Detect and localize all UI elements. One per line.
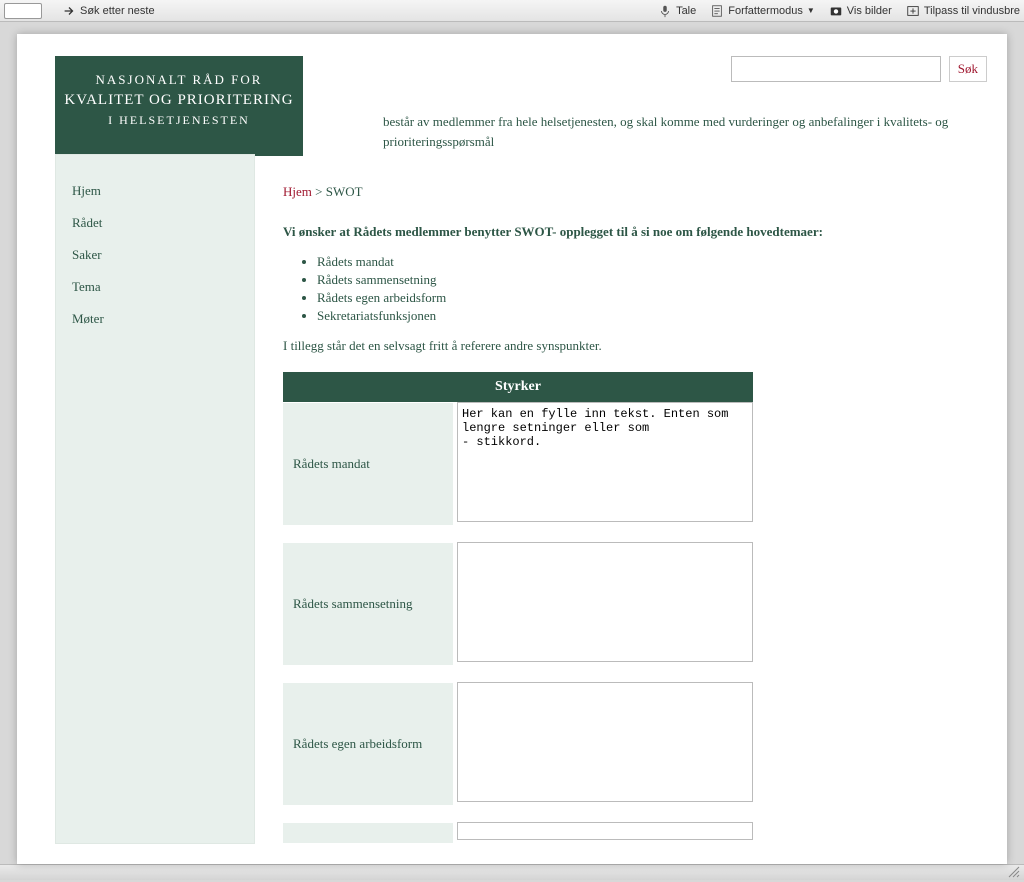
row-label: Rådets mandat (283, 403, 453, 525)
arrow-right-icon (62, 4, 76, 18)
address-blank[interactable] (4, 3, 42, 19)
list-item: Rådets egen arbeidsform (317, 290, 987, 306)
resize-grip-icon[interactable] (1006, 864, 1020, 882)
chevron-down-icon: ▼ (807, 6, 815, 15)
window-status-bar (0, 864, 1024, 880)
list-item: Rådets mandat (317, 254, 987, 270)
browser-toolbar: Søk etter neste Tale Forfattermodus ▼ Vi… (0, 0, 1024, 22)
sidebar-item-moter[interactable]: Møter (72, 303, 238, 335)
main-content: Hjem > SWOT Vi ønsker at Rådets medlemme… (255, 156, 987, 844)
table-row: Rådets mandat (283, 402, 987, 526)
breadcrumb: Hjem > SWOT (283, 184, 987, 200)
document-icon (710, 4, 724, 18)
tale-button[interactable]: Tale (658, 4, 696, 18)
breadcrumb-current: SWOT (326, 184, 363, 199)
row-label: Rådets egen arbeidsform (283, 683, 453, 805)
logo-line-2: KVALITET OG PRIORITERING (63, 92, 295, 109)
table-row (283, 822, 987, 844)
search-input[interactable] (731, 56, 941, 82)
row-label-partial (283, 823, 453, 843)
fit-window-icon (906, 4, 920, 18)
row-textarea-mandat[interactable] (457, 402, 753, 522)
site-tagline: består av medlemmer fra hele helsetjenes… (383, 112, 963, 151)
row-textarea-sammensetning[interactable] (457, 542, 753, 662)
row-textarea-partial[interactable] (457, 822, 753, 840)
row-textarea-arbeidsform[interactable] (457, 682, 753, 802)
logo-line-3: I HELSETJENESTEN (63, 113, 295, 128)
search-next-button[interactable]: Søk etter neste (62, 4, 155, 18)
breadcrumb-sep: > (315, 184, 322, 199)
search-button[interactable]: Søk (949, 56, 987, 82)
breadcrumb-home[interactable]: Hjem (283, 184, 312, 199)
intro-text: Vi ønsker at Rådets medlemmer benytter S… (283, 224, 987, 240)
logo-line-1: NASJONALT RÅD FOR (63, 72, 295, 88)
list-item: Sekretariatsfunksjonen (317, 308, 987, 324)
search-next-label: Søk etter neste (80, 5, 155, 17)
sidebar-item-saker[interactable]: Saker (72, 239, 238, 271)
tale-label: Tale (676, 5, 696, 17)
sidebar-item-hjem[interactable]: Hjem (72, 175, 238, 207)
forfattermodus-button[interactable]: Forfattermodus ▼ (710, 4, 815, 18)
tilpass-button[interactable]: Tilpass til vindusbre (906, 4, 1020, 18)
sidebar-nav: Hjem Rådet Saker Tema Møter (55, 154, 255, 844)
site-logo[interactable]: NASJONALT RÅD FOR KVALITET OG PRIORITERI… (55, 56, 303, 156)
table-row: Rådets sammensetning (283, 542, 987, 666)
row-label: Rådets sammensetning (283, 543, 453, 665)
sidebar-item-radet[interactable]: Rådet (72, 207, 238, 239)
forfattermodus-label: Forfattermodus (728, 5, 803, 17)
camera-icon (829, 4, 843, 18)
list-item: Rådets sammensetning (317, 272, 987, 288)
topic-list: Rådets mandat Rådets sammensetning Rådet… (317, 254, 987, 324)
table-row: Rådets egen arbeidsform (283, 682, 987, 806)
page-content: NASJONALT RÅD FOR KVALITET OG PRIORITERI… (17, 34, 1007, 864)
vis-bilder-label: Vis bilder (847, 5, 892, 17)
table-header-styrker: Styrker (283, 372, 753, 402)
microphone-icon (658, 4, 672, 18)
tilpass-label: Tilpass til vindusbre (924, 5, 1020, 17)
vis-bilder-button[interactable]: Vis bilder (829, 4, 892, 18)
sidebar-item-tema[interactable]: Tema (72, 271, 238, 303)
footnote-text: I tillegg står det en selvsagt fritt å r… (283, 338, 987, 354)
